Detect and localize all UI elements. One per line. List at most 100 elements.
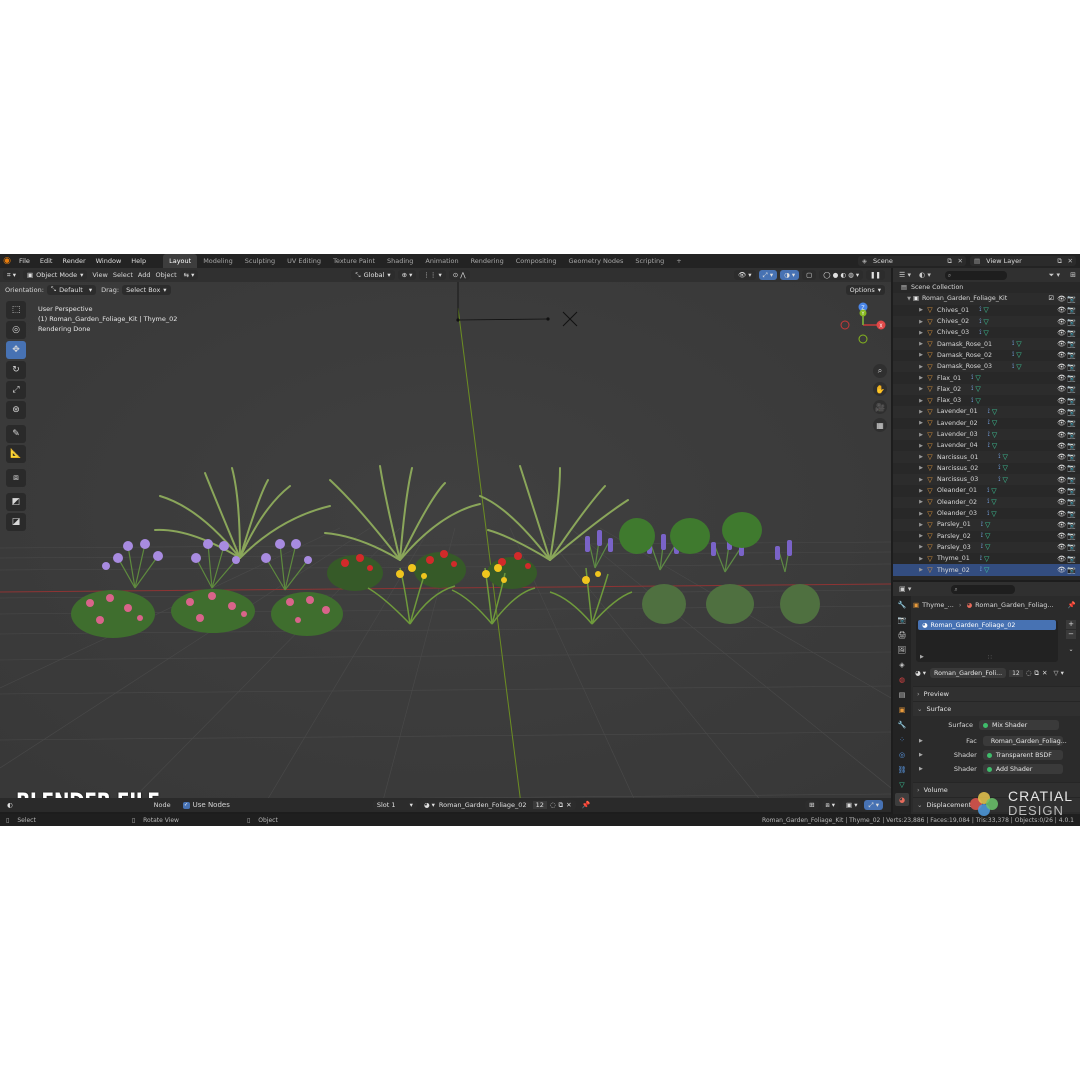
menu-window[interactable]: Window xyxy=(91,254,127,268)
add-cube-tool-icon[interactable]: ⧈ xyxy=(6,469,26,487)
mesh-data-icon[interactable]: ▽ xyxy=(1016,340,1021,348)
mesh-data-icon[interactable]: ▽ xyxy=(985,532,990,540)
blender-logo-icon[interactable]: ◉ xyxy=(0,254,14,268)
eye-icon[interactable]: 👁 xyxy=(1057,329,1066,337)
mesh-data-icon[interactable]: ▽ xyxy=(975,397,980,405)
mesh-data-icon[interactable]: ▽ xyxy=(992,419,997,427)
node-menu[interactable]: Node xyxy=(154,801,171,809)
close-icon[interactable]: ✕ xyxy=(566,801,571,809)
outliner-item[interactable]: ▶ ▽ Narcissus_02 ⟟ ▽ 👁 📷 xyxy=(893,463,1080,474)
eye-icon[interactable]: 👁 xyxy=(1057,566,1066,574)
expand-caret-icon[interactable]: ▶ xyxy=(917,432,925,438)
filter-icon[interactable]: ⏷ ▾ xyxy=(1049,271,1060,280)
camera-icon[interactable]: 📷 xyxy=(1067,476,1076,484)
eye-icon[interactable]: 👁 xyxy=(1057,295,1066,303)
shader2-field[interactable]: Add Shader xyxy=(982,764,1063,774)
material-slot-list[interactable]: ◕ Roman_Garden_Foliage_02 ∷ ▶ xyxy=(916,620,1058,662)
editor-type-button[interactable]: ◐ xyxy=(3,800,17,810)
outliner-item[interactable]: ▶ ▽ Chives_02 ⟟ ▽ 👁 📷 xyxy=(893,315,1080,328)
mesh-data-icon[interactable]: ▽ xyxy=(983,306,988,314)
close-icon[interactable]: ✕ xyxy=(1068,257,1073,265)
camera-icon[interactable]: 📷 xyxy=(1067,498,1076,506)
options-dropdown[interactable]: Options ▾ xyxy=(845,284,885,295)
mesh-data-icon[interactable]: ▽ xyxy=(1002,464,1007,472)
select-box-tool-icon[interactable]: ⬚ xyxy=(6,301,26,319)
editor-type-icon[interactable]: ▣ ▾ xyxy=(899,585,911,593)
fake-user-icon[interactable]: ◌ xyxy=(1026,669,1032,677)
expand-caret-icon[interactable]: ▶ xyxy=(917,364,925,370)
collection-tab-icon[interactable]: ▤ xyxy=(895,688,909,701)
eye-icon[interactable]: 👁 xyxy=(1057,374,1066,382)
eye-icon[interactable]: 👁 xyxy=(1057,363,1066,371)
material-selector[interactable]: ◕ ▾ Roman_Garden_Foliage_02 12 ◌ ⧉ ✕ xyxy=(419,800,576,810)
add-workspace-icon[interactable]: + xyxy=(670,254,687,268)
outliner-item[interactable]: ▶ ▽ Parsley_01 ⟟ ▽ 👁 📷 xyxy=(893,519,1080,531)
menu-add[interactable]: Add xyxy=(138,271,151,279)
outliner-item[interactable]: ▶ ▽ Narcissus_01 ⟟ ▽ 👁 📷 xyxy=(893,451,1080,463)
eye-icon[interactable]: 👁 xyxy=(1057,543,1066,551)
gizmo-toggle-icon[interactable]: ⤢ ▾ xyxy=(864,800,883,810)
mesh-data-icon[interactable]: ▽ xyxy=(992,442,997,450)
expand-caret-icon[interactable]: ▶ xyxy=(917,477,925,483)
transform-tool-icon[interactable]: ⊛ xyxy=(6,401,26,419)
expand-caret-icon[interactable]: ▶ xyxy=(917,533,925,539)
eye-icon[interactable]: 👁 xyxy=(1057,351,1066,359)
menu-render[interactable]: Render xyxy=(57,254,90,268)
eye-icon[interactable]: 👁 xyxy=(1057,408,1066,416)
eye-icon[interactable]: 👁 xyxy=(1057,385,1066,393)
expand-caret-icon[interactable]: ▶ xyxy=(917,341,925,347)
expand-caret-icon[interactable]: ▶ xyxy=(917,307,925,313)
view-layer-selector[interactable]: ▤ View Layer ⧉ ✕ xyxy=(970,256,1076,266)
modifier-icon[interactable]: ⟟ xyxy=(979,318,981,326)
link-icon[interactable]: ⇆ ▾ xyxy=(179,270,199,280)
tab-uv-editing[interactable]: UV Editing xyxy=(281,254,327,268)
outliner-item[interactable]: ▶ ▽ Oleander_02 ⟟ ▽ 👁 📷 xyxy=(893,496,1080,508)
eye-icon[interactable]: 👁 xyxy=(1057,521,1066,529)
bend-tool-icon[interactable]: ◪ xyxy=(6,513,26,531)
outliner-item[interactable]: ▶ ▽ Lavender_04 ⟟ ▽ 👁 📷 xyxy=(893,440,1080,451)
modifier-icon[interactable]: ⟟ xyxy=(998,453,1000,461)
eye-icon[interactable]: 👁 xyxy=(1057,397,1066,405)
eye-icon[interactable]: 👁 xyxy=(1057,340,1066,348)
zoom-icon[interactable]: ⌕ xyxy=(873,364,887,378)
expand-caret-icon[interactable]: ▶ xyxy=(917,499,925,505)
modifier-icon[interactable]: ⟟ xyxy=(971,385,973,393)
scene-tab-icon[interactable]: ◈ xyxy=(895,658,909,671)
expand-caret-icon[interactable]: ▶ xyxy=(917,319,925,325)
mesh-data-icon[interactable]: ▽ xyxy=(992,431,997,439)
constraints-tab-icon[interactable]: ⛓ xyxy=(895,763,909,776)
mesh-data-icon[interactable]: ▽ xyxy=(985,521,990,529)
cursor-tool-icon[interactable]: ◎ xyxy=(6,321,26,339)
mesh-data-icon[interactable]: ▽ xyxy=(984,555,989,563)
expand-caret-icon[interactable]: ▶ xyxy=(917,330,925,336)
mesh-data-icon[interactable]: ▽ xyxy=(975,374,980,382)
eye-icon[interactable]: 👁 xyxy=(1057,532,1066,540)
view-layer-tab-icon[interactable]: 🖼 xyxy=(895,643,909,656)
camera-icon[interactable]: 📷 xyxy=(1067,431,1076,439)
camera-icon[interactable]: 📷 xyxy=(1067,397,1076,405)
expand-caret-icon[interactable]: ▶ xyxy=(917,375,925,381)
camera-icon[interactable]: 📷 xyxy=(1067,295,1076,303)
overlay-icon[interactable]: ⧈ ▾ xyxy=(821,800,839,810)
outliner-item[interactable]: ▶ ▽ Narcissus_03 ⟟ ▽ 👁 📷 xyxy=(893,474,1080,486)
camera-icon[interactable]: 📷 xyxy=(1067,363,1076,371)
fake-user-icon[interactable]: ◌ xyxy=(550,801,556,809)
visibility-icon[interactable]: 👁 ▾ xyxy=(733,270,756,280)
expand-caret-icon[interactable]: ▶ xyxy=(917,420,925,426)
outliner-item[interactable]: ▶ ▽ Chives_01 ⟟ ▽ 👁 📷 xyxy=(893,305,1080,316)
gizmo-toggle-icon[interactable]: ⤢ ▾ xyxy=(758,270,778,280)
expand-caret-icon[interactable]: ▶ xyxy=(917,522,925,528)
tab-modeling[interactable]: Modeling xyxy=(197,254,239,268)
expand-caret-icon[interactable]: ▶ xyxy=(920,654,924,660)
material-browse-icon[interactable]: ◕ ▾ xyxy=(915,669,926,677)
display-mode-icon[interactable]: ◐ ▾ xyxy=(919,271,931,279)
material-tab-icon[interactable]: ◕ xyxy=(895,793,909,806)
mesh-data-icon[interactable]: ▽ xyxy=(975,385,980,393)
modifier-icon[interactable]: ⟟ xyxy=(1012,340,1014,348)
tab-geometry-nodes[interactable]: Geometry Nodes xyxy=(563,254,630,268)
modifier-icon[interactable]: ⟟ xyxy=(980,555,982,563)
object-tab-icon[interactable]: ▣ xyxy=(895,703,909,716)
use-nodes-checkbox[interactable]: ✓ Use Nodes xyxy=(182,801,230,809)
camera-icon[interactable]: 📷 xyxy=(1067,419,1076,427)
copy-icon[interactable]: ⧉ xyxy=(1034,669,1039,678)
